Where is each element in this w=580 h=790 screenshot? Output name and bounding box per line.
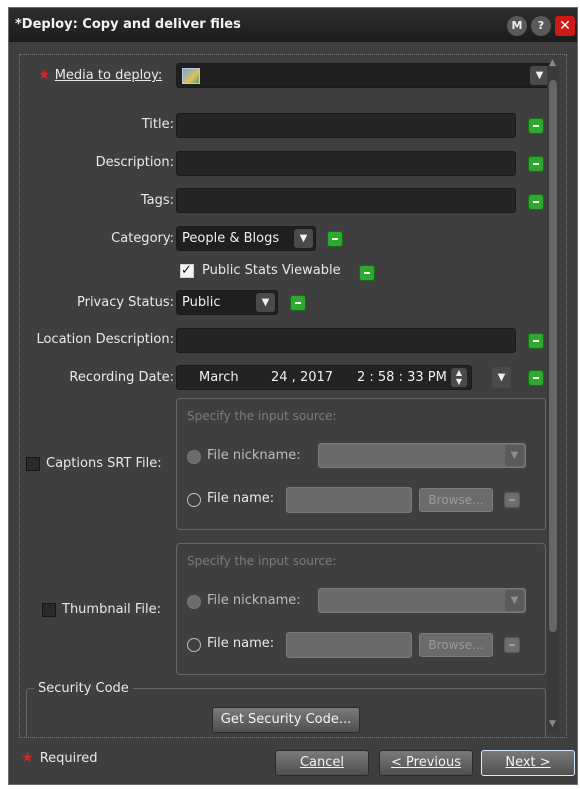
close-button[interactable]: ✕: [555, 16, 575, 36]
chevron-down-icon[interactable]: ▼: [505, 445, 524, 466]
scroll-thumb[interactable]: [549, 80, 557, 632]
thumbnail-file-nickname-label: File nickname:: [207, 593, 301, 608]
privacy-status-value: Public: [182, 295, 221, 310]
recording-date-green-button[interactable]: [528, 370, 544, 386]
chevron-down-icon[interactable]: ▼: [256, 293, 275, 312]
title-green-button[interactable]: [528, 118, 544, 134]
captions-file-name-input[interactable]: [286, 487, 412, 513]
get-security-code-button[interactable]: Get Security Code...: [212, 707, 360, 733]
cancel-button[interactable]: Cancel: [275, 750, 369, 776]
location-green-button[interactable]: [528, 333, 544, 349]
thumbnail-file-name-input[interactable]: [286, 632, 412, 658]
media-to-deploy-label: ★ Media to deploy:: [38, 67, 162, 83]
thumbnail-source-hint: Specify the input source:: [187, 554, 337, 568]
category-green-button[interactable]: [327, 231, 343, 247]
required-star-icon: ★: [38, 67, 51, 83]
captions-file-name-label: File name:: [207, 491, 275, 506]
category-select[interactable]: People & Blogs ▼: [176, 226, 316, 251]
description-input[interactable]: [176, 151, 516, 176]
thumbnail-label: Thumbnail File:: [62, 602, 162, 617]
deploy-dialog: *Deploy: Copy and deliver files M ? ✕ ★ …: [8, 7, 578, 785]
thumbnail-source-group: Specify the input source: File nickname:…: [176, 543, 546, 675]
media-to-deploy-dropdown[interactable]: ▼: [176, 63, 552, 88]
tags-input[interactable]: [176, 188, 516, 213]
tags-label: Tags:: [140, 193, 174, 208]
thumbnail-file-name-label: File name:: [207, 636, 275, 651]
captions-file-nickname-radio[interactable]: [187, 450, 201, 464]
captions-source-group: Specify the input source: File nickname:…: [176, 398, 546, 530]
privacy-status-label: Privacy Status:: [76, 295, 174, 310]
recording-date-dropdown-chevron-down-icon[interactable]: ▼: [492, 367, 511, 388]
title-input[interactable]: [176, 113, 516, 138]
captions-file-nickname-select[interactable]: ▼: [318, 443, 526, 468]
help-button[interactable]: ?: [531, 16, 551, 36]
recording-date-input[interactable]: March 24 , 2017 2 : 58 : 33 PM ▲ ▼: [176, 365, 472, 390]
previous-button[interactable]: < Previous: [379, 750, 473, 776]
public-stats-green-button[interactable]: [359, 265, 375, 281]
captions-browse-button[interactable]: Browse...: [419, 488, 493, 512]
privacy-green-button[interactable]: [290, 295, 306, 311]
description-green-button[interactable]: [528, 156, 544, 172]
thumbnail-file-nickname-radio[interactable]: [187, 595, 201, 609]
captions-file-nickname-label: File nickname:: [207, 448, 301, 463]
description-label: Description:: [95, 155, 174, 170]
required-star-icon: ★: [21, 750, 34, 766]
chevron-down-icon[interactable]: ▼: [505, 590, 524, 611]
recording-date-label: Recording Date:: [69, 370, 174, 385]
captions-srt-label: Captions SRT File:: [46, 456, 162, 471]
privacy-status-select[interactable]: Public ▼: [176, 290, 278, 315]
media-to-deploy-text: Media to deploy:: [54, 68, 163, 83]
chevron-down-icon[interactable]: ▼: [294, 229, 313, 248]
captions-srt-checkbox[interactable]: [26, 457, 40, 471]
recording-day-year[interactable]: 24 , 2017: [271, 370, 333, 385]
thumbnail-browse-button[interactable]: Browse...: [419, 633, 493, 657]
scroll-down-icon[interactable]: ▼: [549, 719, 556, 729]
required-note: ★ Required: [21, 750, 98, 766]
category-label: Category:: [111, 231, 174, 246]
media-file-icon: [182, 68, 200, 84]
captions-green-button[interactable]: [504, 492, 520, 508]
recording-month[interactable]: March: [199, 370, 239, 385]
captions-source-hint: Specify the input source:: [187, 409, 337, 423]
scroll-up-icon[interactable]: ▲: [549, 58, 556, 68]
next-button[interactable]: Next >: [481, 750, 575, 776]
title-label: Title:: [141, 117, 174, 132]
location-description-input[interactable]: [176, 328, 516, 353]
category-value: People & Blogs: [182, 231, 280, 246]
security-code-legend: Security Code: [34, 681, 133, 696]
location-description-label: Location Description:: [36, 332, 174, 347]
thumbnail-green-button[interactable]: [504, 637, 520, 653]
title-bar: *Deploy: Copy and deliver files M ? ✕: [9, 8, 577, 42]
public-stats-label: Public Stats Viewable: [202, 263, 341, 278]
form-area: ★ Media to deploy: ▼ Title: Description:…: [19, 54, 567, 738]
recording-time[interactable]: 2 : 58 : 33 PM: [357, 370, 447, 385]
thumbnail-file-name-radio[interactable]: [187, 638, 201, 652]
thumbnail-file-nickname-select[interactable]: ▼: [318, 588, 526, 613]
required-note-text: Required: [39, 751, 98, 766]
check-icon: ✓: [181, 263, 192, 278]
m-button[interactable]: M: [507, 16, 527, 36]
captions-file-name-radio[interactable]: [187, 493, 201, 507]
tags-green-button[interactable]: [528, 194, 544, 210]
spinner-icon[interactable]: ▲ ▼: [451, 368, 467, 387]
window-title: *Deploy: Copy and deliver files: [15, 17, 241, 32]
thumbnail-checkbox[interactable]: [42, 603, 56, 617]
